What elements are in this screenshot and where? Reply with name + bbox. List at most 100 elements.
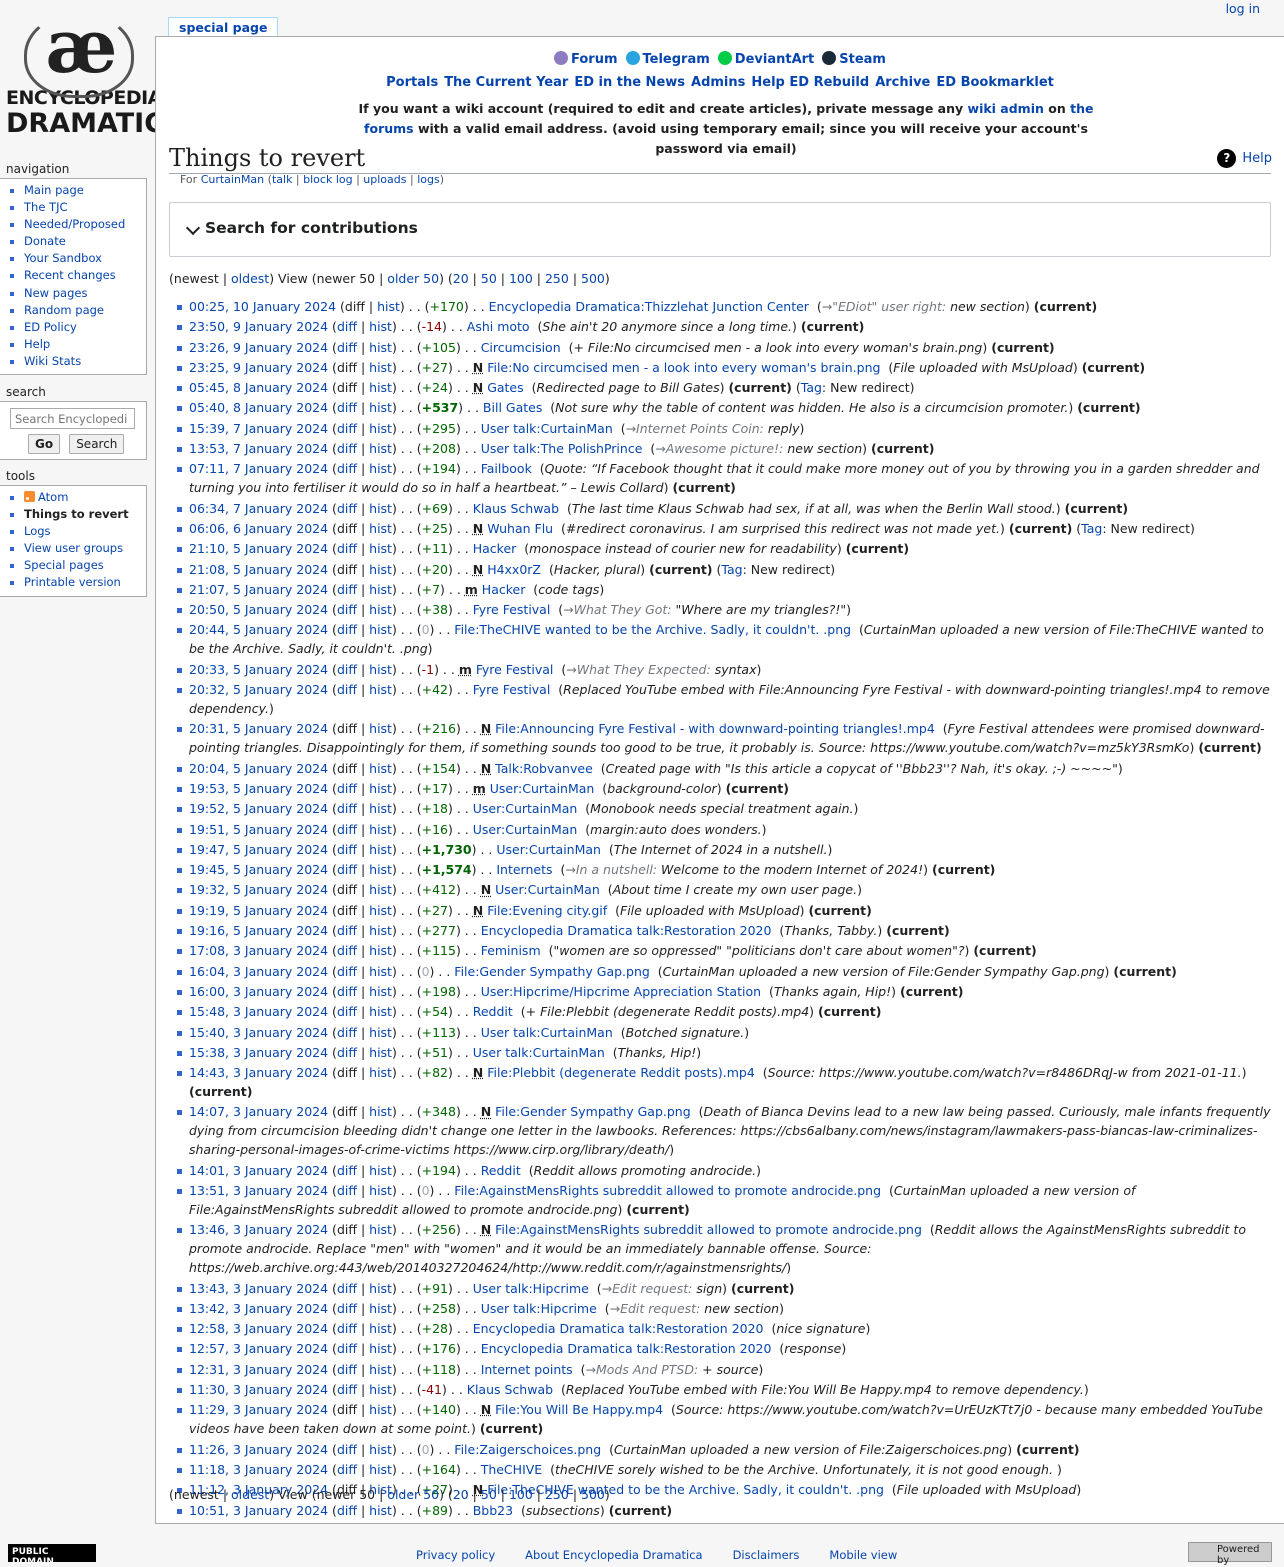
page-link[interactable]: User talk:Hipcrime bbox=[473, 1281, 589, 1296]
hist-link[interactable]: hist bbox=[369, 964, 392, 979]
tag-link[interactable]: Tag bbox=[1081, 521, 1102, 536]
search-input[interactable] bbox=[10, 408, 135, 429]
diff-link[interactable]: diff bbox=[337, 984, 357, 999]
diff-link[interactable]: diff bbox=[337, 541, 357, 556]
search-button[interactable]: Search bbox=[69, 434, 125, 454]
page-link[interactable]: H4xx0rZ bbox=[487, 562, 541, 577]
sidebar-item-wiki-stats[interactable]: Wiki Stats bbox=[24, 353, 146, 370]
revision-date-link[interactable]: 23:25, 9 January 2024 bbox=[189, 360, 328, 375]
diff-link[interactable]: diff bbox=[337, 682, 357, 697]
revision-date-link[interactable]: 19:16, 5 January 2024 bbox=[189, 923, 328, 938]
limit-100-link[interactable]: 100 bbox=[509, 271, 533, 286]
page-link[interactable]: User talk:CurtainMan bbox=[481, 1025, 613, 1040]
page-link[interactable]: File:AgainstMensRights subreddit allowed… bbox=[454, 1183, 881, 1198]
revision-date-link[interactable]: 19:45, 5 January 2024 bbox=[189, 862, 328, 877]
page-link[interactable]: User talk:Hipcrime bbox=[481, 1301, 597, 1316]
page-link[interactable]: Wuhan Flu bbox=[487, 521, 553, 536]
revision-date-link[interactable]: 20:31, 5 January 2024 bbox=[189, 721, 328, 736]
hist-link[interactable]: hist bbox=[377, 299, 400, 314]
revision-date-link[interactable]: 19:52, 5 January 2024 bbox=[189, 801, 328, 816]
limit-100-link[interactable]: 100 bbox=[509, 1487, 533, 1502]
hist-link[interactable]: hist bbox=[369, 862, 392, 877]
revision-date-link[interactable]: 13:53, 7 January 2024 bbox=[189, 441, 328, 456]
diff-link[interactable]: diff bbox=[337, 781, 357, 796]
section-link[interactable]: →Edit request: bbox=[610, 1301, 701, 1316]
diff-link[interactable]: diff bbox=[337, 1004, 357, 1019]
sidebar-item-things-to-revert[interactable]: Things to revert bbox=[24, 506, 146, 523]
talk-link[interactable]: talk bbox=[272, 173, 292, 186]
diff-link[interactable]: diff bbox=[337, 441, 357, 456]
hist-link[interactable]: hist bbox=[369, 1104, 392, 1119]
page-link[interactable]: Hacker bbox=[473, 541, 517, 556]
hist-link[interactable]: hist bbox=[369, 622, 392, 637]
revision-date-link[interactable]: 14:43, 3 January 2024 bbox=[189, 1065, 328, 1080]
page-link[interactable]: Bill Gates bbox=[483, 400, 542, 415]
hist-link[interactable]: hist bbox=[369, 1301, 392, 1316]
diff-link[interactable]: diff bbox=[337, 319, 357, 334]
diff-link[interactable]: diff bbox=[337, 662, 357, 677]
diff-link[interactable]: diff bbox=[337, 501, 357, 516]
sidebar-item-view-user-groups[interactable]: View user groups bbox=[24, 540, 146, 557]
diff-link[interactable]: diff bbox=[337, 862, 357, 877]
hist-link[interactable]: hist bbox=[369, 1362, 392, 1377]
hist-link[interactable]: hist bbox=[369, 582, 392, 597]
revision-date-link[interactable]: 05:45, 8 January 2024 bbox=[189, 380, 328, 395]
diff-link[interactable]: diff bbox=[337, 582, 357, 597]
sidebar-item-ed-policy[interactable]: ED Policy bbox=[24, 319, 146, 336]
sidebar-item-needed-proposed[interactable]: Needed/Proposed bbox=[24, 216, 146, 233]
site-logo[interactable]: æ ENCYCLOPEDIA DRAMATICA bbox=[6, 8, 185, 148]
revision-date-link[interactable]: 21:08, 5 January 2024 bbox=[189, 562, 328, 577]
revision-date-link[interactable]: 15:39, 7 January 2024 bbox=[189, 421, 328, 436]
older-link[interactable]: older 50 bbox=[387, 271, 439, 286]
diff-link[interactable]: diff bbox=[337, 1442, 357, 1457]
hist-link[interactable]: hist bbox=[369, 721, 392, 736]
page-link[interactable]: Gates bbox=[487, 380, 523, 395]
page-link[interactable]: File:You Will Be Happy.mp4 bbox=[495, 1402, 663, 1417]
wiki-admin-link[interactable]: wiki admin bbox=[968, 101, 1044, 116]
page-link[interactable]: Bbb23 bbox=[473, 1503, 513, 1518]
nav-link-help-ed-rebuild[interactable]: Help ED Rebuild bbox=[751, 75, 869, 90]
hist-link[interactable]: hist bbox=[369, 319, 392, 334]
revision-date-link[interactable]: 20:50, 5 January 2024 bbox=[189, 602, 328, 617]
hist-link[interactable]: hist bbox=[369, 521, 392, 536]
hist-link[interactable]: hist bbox=[369, 541, 392, 556]
diff-link[interactable]: diff bbox=[337, 1025, 357, 1040]
revision-date-link[interactable]: 11:18, 3 January 2024 bbox=[189, 1462, 328, 1477]
revision-date-link[interactable]: 05:40, 8 January 2024 bbox=[189, 400, 328, 415]
section-link[interactable]: →In a nutshell: bbox=[565, 862, 657, 877]
hist-link[interactable]: hist bbox=[369, 662, 392, 677]
revision-date-link[interactable]: 00:25, 10 January 2024 bbox=[189, 299, 336, 314]
diff-link[interactable]: diff bbox=[337, 340, 357, 355]
diff-link[interactable]: diff bbox=[337, 1301, 357, 1316]
diff-link[interactable]: diff bbox=[337, 801, 357, 816]
revision-date-link[interactable]: 12:57, 3 January 2024 bbox=[189, 1341, 328, 1356]
hist-link[interactable]: hist bbox=[369, 842, 392, 857]
revision-date-link[interactable]: 16:04, 3 January 2024 bbox=[189, 964, 328, 979]
diff-link[interactable]: diff bbox=[337, 1362, 357, 1377]
hist-link[interactable]: hist bbox=[369, 882, 392, 897]
diff-link[interactable]: diff bbox=[337, 1341, 357, 1356]
block-log-link[interactable]: block log bbox=[303, 173, 352, 186]
help-link[interactable]: ? Help bbox=[1217, 149, 1272, 168]
revision-date-link[interactable]: 15:48, 3 January 2024 bbox=[189, 1004, 328, 1019]
public-domain-badge[interactable]: PUBLIC DOMAIN bbox=[8, 1544, 96, 1567]
sidebar-item-help[interactable]: Help bbox=[24, 336, 146, 353]
diff-link[interactable]: diff bbox=[337, 842, 357, 857]
hist-link[interactable]: hist bbox=[369, 562, 392, 577]
revision-date-link[interactable]: 20:33, 5 January 2024 bbox=[189, 662, 328, 677]
revision-date-link[interactable]: 20:44, 5 January 2024 bbox=[189, 622, 328, 637]
revision-date-link[interactable]: 15:40, 3 January 2024 bbox=[189, 1025, 328, 1040]
sidebar-item-your-sandbox[interactable]: Your Sandbox bbox=[24, 250, 146, 267]
diff-link[interactable]: diff bbox=[337, 964, 357, 979]
revision-date-link[interactable]: 06:06, 6 January 2024 bbox=[189, 521, 328, 536]
hist-link[interactable]: hist bbox=[369, 781, 392, 796]
diff-link[interactable]: diff bbox=[337, 943, 357, 958]
older-link[interactable]: older 50 bbox=[387, 1487, 439, 1502]
section-link[interactable]: →What They Got: bbox=[563, 602, 671, 617]
limit-250-link[interactable]: 250 bbox=[545, 1487, 569, 1502]
diff-link[interactable]: diff bbox=[337, 400, 357, 415]
sidebar-item-donate[interactable]: Donate bbox=[24, 233, 146, 250]
hist-link[interactable]: hist bbox=[369, 1004, 392, 1019]
page-link[interactable]: Klaus Schwab bbox=[473, 501, 559, 516]
revision-date-link[interactable]: 06:34, 7 January 2024 bbox=[189, 501, 328, 516]
